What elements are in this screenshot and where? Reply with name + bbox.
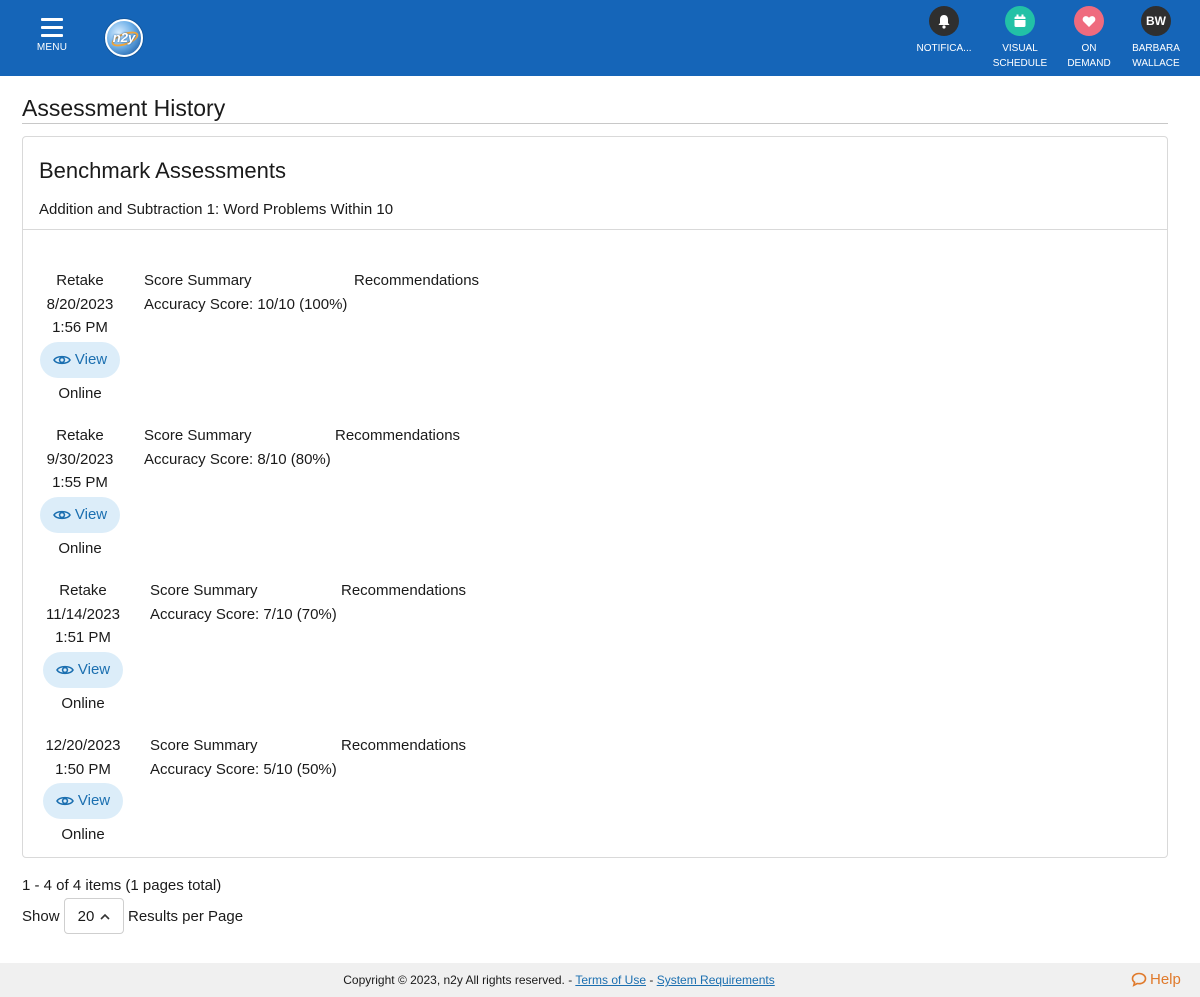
entry-time: 1:56 PM xyxy=(52,319,108,336)
entry-mode: Online xyxy=(58,384,102,402)
avatar: BW xyxy=(1141,6,1171,36)
entry-meta: 12/20/2023 1:50 PM View Online xyxy=(39,734,127,847)
accuracy-score: Accuracy Score: 10/10 (100%) xyxy=(144,295,348,313)
hamburger-icon xyxy=(41,18,63,37)
eye-icon xyxy=(52,510,71,519)
entry-date: 11/14/2023 xyxy=(46,605,120,623)
top-navigation-bar: MENU n2y NOTIFICA... VISUAL SCHEDULE ON … xyxy=(0,0,1200,76)
entry-label: Retake xyxy=(56,427,104,444)
help-button[interactable]: Help xyxy=(1131,971,1181,988)
page-title: Assessment History xyxy=(22,95,226,121)
page-size-select[interactable]: 20 xyxy=(64,898,124,934)
entry-meta: Retake 9/30/2023 1:55 PM View Online xyxy=(39,424,121,560)
entry-date: 9/30/2023 xyxy=(46,450,114,468)
entry-mode: Online xyxy=(61,694,105,712)
score-summary: Score Summary Accuracy Score: 10/10 (100… xyxy=(144,269,347,316)
nav-user-profile[interactable]: BW BARBARA WALLACE xyxy=(1121,6,1191,71)
entry-date: 8/20/2023 xyxy=(46,295,114,313)
entry-date: 12/20/2023 xyxy=(45,737,121,754)
view-button-label: View xyxy=(77,660,111,678)
system-requirements-link[interactable]: System Requirements xyxy=(657,973,775,987)
eye-icon xyxy=(55,796,74,806)
recommendations-header: Recommendations xyxy=(341,582,467,599)
n2y-logo[interactable]: n2y xyxy=(105,19,143,57)
nav-visual-schedule[interactable]: VISUAL SCHEDULE xyxy=(985,6,1055,71)
score-summary-header: Score Summary xyxy=(144,272,252,289)
view-button[interactable]: View xyxy=(39,341,121,378)
view-button-label: View xyxy=(77,792,111,810)
recommendations-header: Recommendations xyxy=(341,737,467,754)
nav-notifications[interactable]: NOTIFICA... xyxy=(909,6,979,56)
recommendations-header: Recommendations xyxy=(354,272,480,289)
recommendations: Recommendations xyxy=(354,269,479,293)
eye-icon xyxy=(52,355,71,364)
entry-mode: Online xyxy=(58,539,102,557)
view-button-label: View xyxy=(74,350,108,368)
nav-visual-schedule-line2: SCHEDULE xyxy=(992,58,1048,69)
accuracy-score: Accuracy Score: 5/10 (50%) xyxy=(150,760,337,778)
help-label: Help xyxy=(1150,971,1181,988)
results-per-page-label: Results per Page xyxy=(128,908,244,925)
nav-notifications-label: NOTIFICA... xyxy=(916,43,972,54)
score-summary: Score Summary Accuracy Score: 7/10 (70%) xyxy=(150,579,337,626)
score-summary-header: Score Summary xyxy=(150,582,258,599)
nav-user-line2: WALLACE xyxy=(1132,58,1180,69)
card-subtitle: Addition and Subtraction 1: Word Problem… xyxy=(39,201,394,218)
heart-icon xyxy=(1074,6,1104,36)
entry-time: 1:55 PM xyxy=(52,474,108,491)
eye-icon xyxy=(55,665,74,674)
footer-separator: - xyxy=(646,973,657,987)
menu-label: MENU xyxy=(36,42,68,53)
menu-button[interactable]: MENU xyxy=(36,18,68,53)
nav-on-demand-line1: ON xyxy=(1081,43,1097,54)
card-title: Benchmark Assessments xyxy=(39,158,286,183)
entry-mode: Online xyxy=(61,826,105,843)
accuracy-score: Accuracy Score: 8/10 (80%) xyxy=(144,450,331,468)
score-summary: Score Summary Accuracy Score: 8/10 (80%) xyxy=(144,424,331,471)
score-summary-header: Score Summary xyxy=(144,427,252,444)
view-button[interactable]: View xyxy=(42,651,124,688)
nav-on-demand[interactable]: ON DEMAND xyxy=(1054,6,1124,71)
pagination-info: 1 - 4 of 4 items (1 pages total) xyxy=(22,877,222,894)
nav-visual-schedule-line1: VISUAL xyxy=(1002,43,1038,54)
recommendations: Recommendations xyxy=(341,579,466,603)
score-summary-header: Score Summary xyxy=(150,737,258,754)
bell-icon xyxy=(929,6,959,36)
terms-of-use-link[interactable]: Terms of Use xyxy=(575,973,646,987)
entry-meta: Retake 8/20/2023 1:56 PM View Online xyxy=(39,269,121,405)
score-summary: Score Summary Accuracy Score: 5/10 (50%) xyxy=(150,734,337,781)
title-divider xyxy=(22,123,1168,124)
chat-bubble-icon xyxy=(1131,972,1147,987)
footer: Copyright © 2023, n2y All rights reserve… xyxy=(0,963,1200,997)
view-button[interactable]: View xyxy=(42,783,124,819)
view-button-label: View xyxy=(74,505,108,523)
chevron-up-icon xyxy=(100,913,110,920)
entry-time: 1:51 PM xyxy=(55,629,111,646)
benchmark-assessments-card: Benchmark Assessments Addition and Subtr… xyxy=(22,136,1168,858)
entry-label: Retake xyxy=(56,272,104,289)
view-button[interactable]: View xyxy=(39,496,121,533)
recommendations-header: Recommendations xyxy=(335,427,461,444)
logo-text: n2y xyxy=(112,30,136,45)
entry-label: Retake xyxy=(59,582,107,599)
copyright-text: Copyright © 2023, n2y All rights reserve… xyxy=(343,973,576,987)
calendar-icon xyxy=(1005,6,1035,36)
nav-user-line1: BARBARA xyxy=(1132,43,1180,54)
copyright-line: Copyright © 2023, n2y All rights reserve… xyxy=(0,973,1118,987)
recommendations: Recommendations xyxy=(341,734,466,758)
page-size-value: 20 xyxy=(77,907,95,925)
card-divider xyxy=(23,229,1167,230)
nav-on-demand-line2: DEMAND xyxy=(1067,58,1111,69)
recommendations: Recommendations xyxy=(335,424,460,448)
show-label: Show xyxy=(22,908,60,925)
entry-time: 1:50 PM xyxy=(55,760,111,778)
entry-meta: Retake 11/14/2023 1:51 PM View Online xyxy=(39,579,127,715)
accuracy-score: Accuracy Score: 7/10 (70%) xyxy=(150,605,337,623)
